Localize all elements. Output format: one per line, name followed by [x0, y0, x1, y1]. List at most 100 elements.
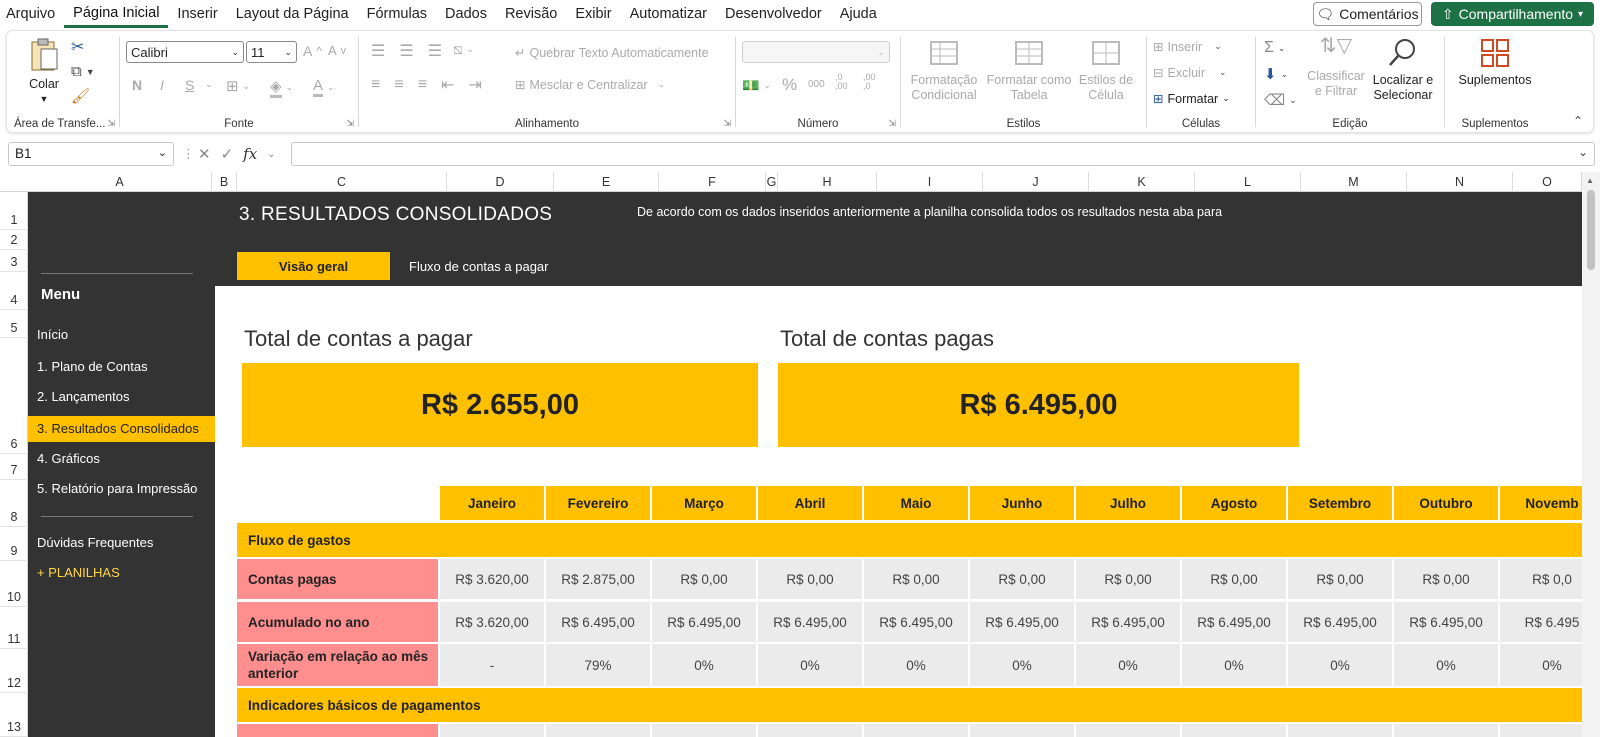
font-color-button[interactable]: A ⌄ — [313, 77, 335, 97]
column-header-m[interactable]: M — [1301, 172, 1407, 192]
column-header-i[interactable]: I — [877, 172, 983, 192]
collapse-ribbon-icon[interactable]: ⌃ — [1573, 114, 1583, 128]
column-header-g[interactable]: G — [766, 172, 778, 192]
row-header-6[interactable]: 6 — [0, 338, 28, 454]
dialog-launcher-icon[interactable]: ⇲ — [107, 118, 115, 129]
column-header-k[interactable]: K — [1089, 172, 1195, 192]
format-painter-button[interactable]: 🖌 — [71, 87, 90, 105]
column-header-l[interactable]: L — [1195, 172, 1301, 192]
font-size-select[interactable]: 11 ⌄ — [246, 41, 297, 63]
delete-cells-button[interactable]: ⊟ Excluir ⌄ — [1153, 65, 1227, 81]
row-header-5[interactable]: 5 — [0, 310, 28, 338]
tab-overview[interactable]: Visão geral — [237, 252, 390, 280]
menu-tab-9[interactable]: Desenvolvedor — [716, 0, 831, 28]
row-header-3[interactable]: 3 — [0, 250, 28, 272]
find-select-button[interactable]: Localizar e Selecionar — [1368, 37, 1438, 103]
scroll-up-icon[interactable]: ▲ — [1586, 176, 1594, 185]
menu-tab-6[interactable]: Revisão — [496, 0, 566, 28]
column-header-f[interactable]: F — [659, 172, 766, 192]
row-header-10[interactable]: 10 — [0, 561, 28, 607]
scroll-thumb[interactable] — [1587, 190, 1595, 270]
accounting-format-button[interactable]: 💵 ⌄ — [742, 77, 771, 94]
row-header-13[interactable]: 13 — [0, 693, 28, 737]
column-header-e[interactable]: E — [554, 172, 659, 192]
row-header-7[interactable]: 7 — [0, 454, 28, 480]
sidebar-item-more-sheets[interactable]: + PLANILHAS — [28, 560, 215, 586]
chevron-down-icon[interactable]: ⌄ — [205, 79, 213, 90]
column-header-a[interactable]: A — [28, 172, 212, 192]
sidebar-item-faq[interactable]: Dúvidas Frequentes — [28, 530, 215, 556]
underline-button[interactable]: S — [185, 77, 194, 93]
percent-button[interactable]: % — [782, 75, 797, 95]
cancel-icon[interactable]: ✕ — [198, 145, 211, 163]
expand-formula-icon[interactable]: ⌄ — [1578, 145, 1588, 159]
menu-tab-7[interactable]: Exibir — [566, 0, 620, 28]
row-header-8[interactable]: 8 — [0, 480, 28, 527]
format-cells-button[interactable]: ⊞ Formatar ⌄ — [1153, 91, 1230, 107]
tab-payables-flow[interactable]: Fluxo de contas a pagar — [409, 252, 548, 280]
cut-button[interactable]: ✂ — [71, 37, 84, 57]
column-header-d[interactable]: D — [447, 172, 554, 192]
row-header-4[interactable]: 4 — [0, 272, 28, 310]
menu-tab-0[interactable]: Arquivo — [0, 0, 64, 28]
shrink-font-button[interactable]: Av — [328, 43, 346, 58]
sidebar-item-1[interactable]: 1. Plano de Contas — [28, 354, 215, 380]
sidebar-item-2[interactable]: 2. Lançamentos — [28, 384, 215, 410]
vertical-align-buttons[interactable]: ☰ ☰ ☰ — [371, 41, 452, 61]
sidebar-item-4[interactable]: 4. Gráficos — [28, 446, 215, 472]
orientation-button[interactable]: ⧅ ⌄ — [453, 41, 474, 58]
thousands-button[interactable]: 000 — [808, 79, 825, 90]
column-header-b[interactable]: B — [212, 172, 237, 192]
wrap-text-button[interactable]: ↵ Quebrar Texto Automaticamente — [515, 45, 709, 61]
sidebar-item-5[interactable]: 5. Relatório para Impressão — [28, 476, 215, 502]
copy-button[interactable]: ⧉ ▼ — [71, 63, 95, 80]
sidebar-item-0[interactable]: Início — [28, 322, 215, 348]
number-format-select[interactable]: ⌄ — [742, 41, 890, 63]
decrease-decimal-button[interactable]: ,00 ,0 — [863, 73, 876, 91]
addins-button[interactable]: Suplementos — [1451, 37, 1539, 88]
format-as-table-button[interactable]: Formatar como Tabela — [985, 39, 1073, 103]
bold-button[interactable]: N — [132, 77, 142, 93]
row-header-9[interactable]: 9 — [0, 527, 28, 561]
menu-tab-10[interactable]: Ajuda — [831, 0, 886, 28]
name-box[interactable]: B1 ⌄ — [8, 142, 174, 166]
horizontal-align-buttons[interactable]: ≡ ≡ ≡ ⇤ ⇥ — [371, 75, 492, 95]
row-header-2[interactable]: 2 — [0, 230, 28, 250]
row-header-11[interactable]: 11 — [0, 607, 28, 649]
dialog-launcher-icon[interactable]: ⇲ — [888, 118, 896, 129]
paste-button[interactable]: Colar ▼ — [21, 37, 67, 107]
dialog-launcher-icon[interactable]: ⇲ — [346, 118, 354, 129]
fill-color-button[interactable]: ◈ ⌄ — [270, 77, 293, 98]
column-header-h[interactable]: H — [778, 172, 877, 192]
enter-icon[interactable]: ✓ — [221, 145, 234, 163]
font-name-select[interactable]: Calibri ⌄ — [126, 41, 244, 63]
dialog-launcher-icon[interactable]: ⇲ — [723, 118, 731, 129]
cell-styles-button[interactable]: Estilos de Célula — [1073, 39, 1139, 103]
share-button[interactable]: ⇧ Compartilhamento ▾ — [1431, 2, 1594, 26]
column-header-n[interactable]: N — [1407, 172, 1513, 192]
increase-decimal-button[interactable]: ,0 ,00 — [835, 73, 848, 91]
row-header-12[interactable]: 12 — [0, 649, 28, 693]
menu-tab-2[interactable]: Inserir — [168, 0, 226, 28]
sort-filter-button[interactable]: ⇅▽ Classificar e Filtrar — [1306, 36, 1366, 99]
conditional-formatting-button[interactable]: Formatação Condicional — [905, 39, 983, 103]
grow-font-button[interactable]: A ^ — [303, 43, 322, 59]
autosum-button[interactable]: Σ ⌄ — [1264, 39, 1285, 57]
italic-button[interactable]: I — [160, 77, 164, 93]
row-header-1[interactable]: 1 — [0, 192, 28, 230]
menu-tab-1[interactable]: Página Inicial — [64, 0, 169, 28]
fill-button[interactable]: ⬇ ⌄ — [1264, 65, 1288, 83]
borders-button[interactable]: ⊞ ⌄ — [226, 77, 250, 95]
insert-function-button[interactable]: fx — [243, 145, 257, 163]
formula-input[interactable]: ⌄ — [291, 142, 1595, 166]
menu-tab-4[interactable]: Fórmulas — [358, 0, 436, 28]
menu-tab-8[interactable]: Automatizar — [621, 0, 716, 28]
menu-tab-3[interactable]: Layout da Página — [227, 0, 358, 28]
column-header-j[interactable]: J — [983, 172, 1089, 192]
vertical-scrollbar[interactable]: ▲ — [1582, 172, 1600, 737]
clear-button[interactable]: ⌫ ⌄ — [1264, 91, 1297, 109]
column-header-c[interactable]: C — [237, 172, 447, 192]
sidebar-item-3[interactable]: 3. Resultados Consolidados — [28, 416, 215, 442]
merge-center-button[interactable]: ⊞ Mesclar e Centralizar ⌄ — [515, 77, 665, 93]
more-options-icon[interactable]: ⋮ — [182, 146, 195, 162]
